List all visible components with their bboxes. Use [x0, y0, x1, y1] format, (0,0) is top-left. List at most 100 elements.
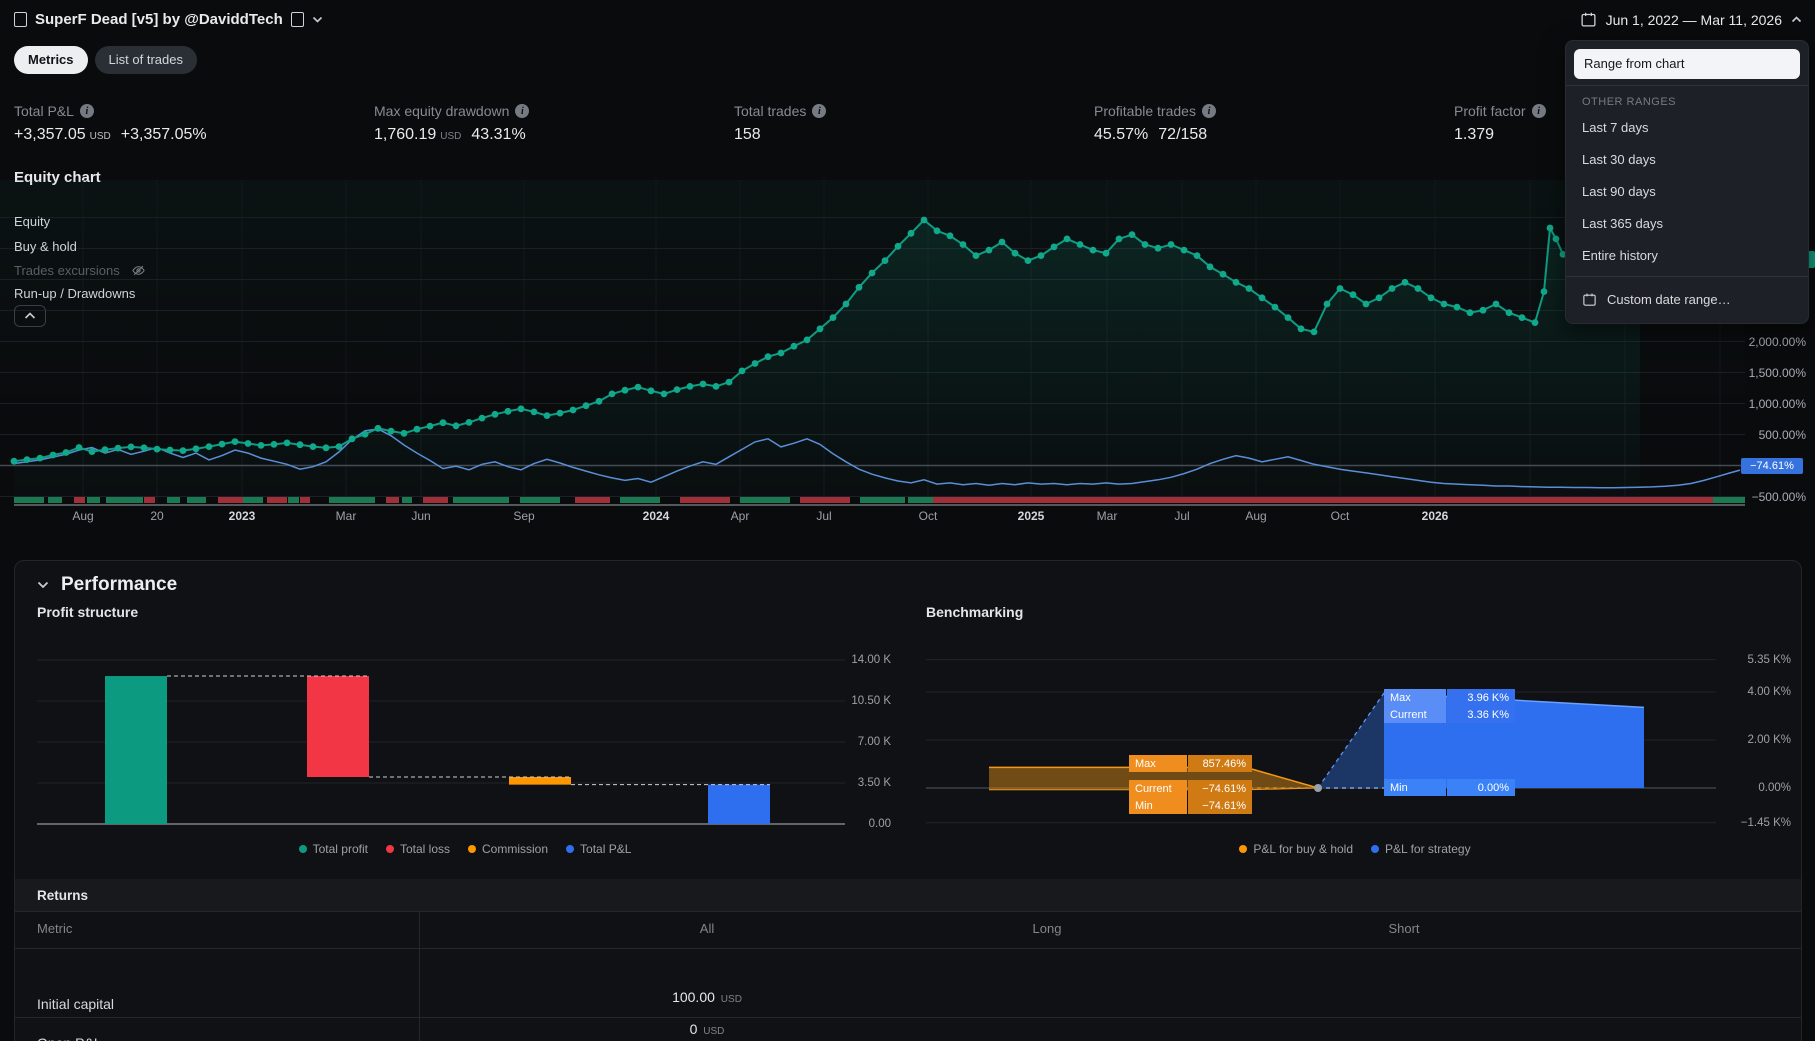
dropdown-item-last-7-days[interactable]: Last 7 days [1566, 112, 1808, 144]
collapse-legend-button[interactable] [14, 305, 46, 327]
chevron-up-icon [24, 312, 36, 319]
stat-value: 158 [734, 126, 761, 143]
x-axis-label: 2025 [1017, 509, 1045, 523]
legend-item[interactable]: P&L for buy & hold [1239, 842, 1353, 856]
profit-structure-chart[interactable] [15, 646, 935, 861]
x-axis-label: Aug [72, 509, 94, 523]
dropdown-item-entire-history[interactable]: Entire history [1566, 240, 1808, 272]
y-axis-label: 0.00 [868, 818, 891, 830]
stat-label: Total P&L i [14, 103, 207, 119]
info-icon[interactable]: i [79, 104, 94, 118]
stat-secondary: +3,357.05% [120, 126, 207, 143]
legend-dot [298, 845, 307, 853]
value-tag: Current 3.36 K% [1384, 706, 1515, 723]
stat-secondary: 43.31% [471, 126, 526, 143]
y-axis-label: 1,500.00% [1748, 365, 1806, 380]
y-axis-label: 0.00% [1758, 782, 1791, 794]
stat-label: Profitable trades i [1094, 103, 1216, 119]
profit-structure-title: Profit structure [37, 604, 139, 620]
benchmarking-chart[interactable] [915, 646, 1815, 861]
y-axis-label: 10.50 K [851, 695, 891, 707]
strategy-title: SuperF Dead [v5] by @DaviddTech [35, 11, 283, 28]
legend-item[interactable]: P&L for strategy [1371, 842, 1471, 856]
performance-title: Performance [61, 574, 178, 595]
chevron-down-icon [312, 16, 322, 23]
returns-table-header: Metric All Long Short [15, 911, 1801, 949]
dropdown-item-last-30-days[interactable]: Last 30 days [1566, 144, 1808, 176]
legend-dot [385, 845, 394, 853]
performance-header[interactable]: Performance [37, 574, 177, 596]
col-short: Short [1388, 921, 1420, 936]
dropdown-item-last-365-days[interactable]: Last 365 days [1566, 208, 1808, 240]
y-axis-label: 2.00 K% [1747, 734, 1791, 746]
dropdown-items: Last 7 days Last 30 days Last 90 days Last … [1566, 112, 1808, 272]
tab-metrics[interactable]: Metrics [14, 46, 88, 74]
x-axis-label: Oct [918, 509, 938, 523]
tab-list-of-trades[interactable]: List of trades [94, 46, 197, 74]
legend-item[interactable]: Total P&L [566, 842, 631, 856]
equity-legend-run-up-drawdowns[interactable]: Run-up / Drawdowns [14, 286, 135, 301]
stat-profitable-trades: Profitable trades i 45.57% 72/158 [1094, 103, 1216, 144]
x-axis-label: Oct [1330, 509, 1350, 523]
stat-value: 1,760.19 USD 43.31% [374, 126, 526, 143]
stat-total-p-l: Total P&L i +3,357.05 USD +3,357.05% [14, 103, 207, 144]
stat-label: Total trades i [734, 103, 827, 119]
legend-dot [566, 845, 575, 853]
row-initial-capital-label: Initial capital [37, 996, 115, 1012]
equity-legend-equity[interactable]: Equity [14, 214, 50, 229]
y-axis-label: 5.35 K% [1747, 653, 1791, 666]
legend-dot [1239, 845, 1248, 853]
info-icon[interactable]: i [1201, 104, 1216, 118]
stat-value: 45.57% 72/158 [1094, 126, 1208, 143]
x-axis-label: Aug [1245, 509, 1267, 523]
benchmarking-title: Benchmarking [926, 604, 1024, 620]
y-axis-label: −1.45 K% [1740, 816, 1791, 829]
date-range-control[interactable]: Jun 1, 2022 — Mar 11, 2026 [1580, 11, 1802, 28]
date-range-text: Jun 1, 2022 — Mar 11, 2026 [1605, 11, 1782, 28]
col-long: Long [1032, 921, 1062, 936]
info-icon[interactable]: i [1531, 104, 1546, 118]
x-axis-label: Mar [335, 509, 357, 523]
info-icon[interactable]: i [515, 104, 530, 118]
placeholder-icon [290, 12, 304, 27]
returns-title: Returns [37, 887, 89, 903]
stat-label: Profit factor i [1454, 103, 1546, 119]
stat-profit-factor: Profit factor i 1.379 [1454, 103, 1546, 144]
calendar-icon [1583, 293, 1596, 306]
y-axis-label: 1,000.00% [1748, 396, 1806, 411]
benchmarking-legend: P&L for buy & hold P&L for strategy [915, 842, 1795, 856]
dropdown-section-label: OTHER RANGES [1582, 96, 1677, 108]
dropdown-item-custom-date-range[interactable]: Custom date range… [1566, 281, 1808, 317]
value-tag: Max 857.46% [1129, 755, 1252, 772]
legend-item[interactable]: Commission [468, 842, 548, 856]
currency-label: USD [440, 131, 462, 142]
calendar-icon [1581, 12, 1596, 27]
legend-item[interactable]: Total loss [385, 842, 450, 856]
x-axis-label: Apr [730, 509, 750, 523]
legend-item[interactable]: Total profit [298, 842, 368, 856]
col-all: All [699, 921, 715, 936]
returns-section-header: Returns [15, 879, 1801, 911]
divider [1566, 85, 1808, 86]
equity-legend-trades-excursions[interactable]: Trades excursions [14, 263, 147, 278]
equity-legend-buy-hold[interactable]: Buy & hold [14, 239, 77, 254]
y-axis-label: −500.00% [1751, 489, 1806, 504]
y-axis-label: 3.50 K [857, 777, 891, 789]
equity-chart[interactable] [0, 180, 1815, 525]
value-tag: Current −74.61% [1129, 780, 1252, 797]
value-tag: Min 0.00% [1384, 779, 1515, 796]
column-divider [419, 911, 420, 1041]
legend-dot [1371, 845, 1380, 853]
row-open-pnl-value: 0 USD [689, 1021, 725, 1037]
dropdown-item-last-90-days[interactable]: Last 90 days [1566, 176, 1808, 208]
dropdown-item-range-from-chart[interactable]: Range from chart [1574, 49, 1800, 79]
x-axis-label: 2023 [228, 509, 256, 523]
strategy-title-row[interactable]: SuperF Dead [v5] by @DaviddTech [14, 11, 323, 28]
date-range-dropdown: Range from chart OTHER RANGES Last 7 day… [1565, 40, 1809, 324]
stat-value: +3,357.05 USD +3,357.05% [14, 126, 207, 143]
chevron-up-icon [1791, 16, 1802, 23]
row-divider [15, 1017, 1801, 1018]
y-axis-label: 7.00 K [857, 736, 891, 748]
info-icon[interactable]: i [812, 104, 827, 118]
x-axis-label: Jun [411, 509, 431, 523]
